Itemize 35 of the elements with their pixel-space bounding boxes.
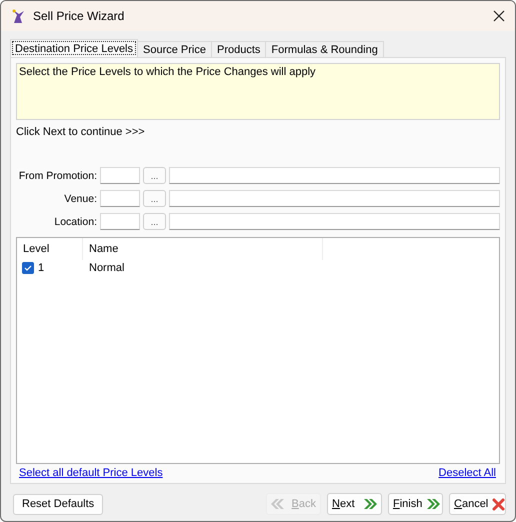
table-cell-text: Normal	[88, 262, 126, 274]
wizard-button[interactable]: Cancel	[449, 493, 506, 515]
instructions-text: Select the Price Levels to which the Price Changes will apply	[19, 66, 316, 78]
column-header[interactable]: Level	[17, 238, 83, 260]
description-field[interactable]	[169, 213, 500, 230]
browse-button[interactable]: ...	[143, 167, 166, 184]
field-label: Venue:	[63, 192, 97, 204]
reset-defaults-button[interactable]: Reset Defaults	[13, 494, 104, 514]
checkmark-icon	[24, 264, 32, 272]
row-checkbox[interactable]	[22, 262, 34, 274]
browse-button[interactable]: ...	[143, 190, 166, 207]
field-label: From Promotion:	[18, 170, 97, 182]
description-field[interactable]	[169, 190, 500, 207]
browse-button[interactable]: ...	[143, 213, 166, 230]
column-header[interactable]: Name	[83, 238, 323, 260]
field-label: Location:	[53, 216, 97, 228]
table-cell-text: 1	[37, 262, 46, 274]
double-left-chevron-icon	[271, 498, 285, 510]
hint-text: Click Next to continue >>>	[16, 126, 146, 138]
code-field[interactable]	[100, 213, 140, 230]
code-field[interactable]	[100, 190, 140, 207]
wizard-button[interactable]: Next	[327, 493, 382, 515]
link[interactable]: Deselect All	[438, 467, 496, 479]
tab[interactable]: Destination Price Levels	[10, 39, 138, 57]
wizard-icon	[11, 8, 25, 24]
double-right-chevron-icon	[363, 498, 377, 510]
description-field[interactable]	[169, 167, 500, 184]
link[interactable]: Select all default Price Levels	[19, 467, 163, 479]
cancel-x-icon	[492, 498, 506, 510]
code-field[interactable]	[100, 167, 140, 184]
double-right-chevron-icon	[426, 498, 440, 510]
window-title: Sell Price Wizard	[33, 9, 126, 23]
tab[interactable]: Formulas & Rounding	[265, 41, 384, 57]
wizard-button[interactable]: Finish	[388, 493, 443, 515]
close-button[interactable]	[493, 10, 505, 22]
